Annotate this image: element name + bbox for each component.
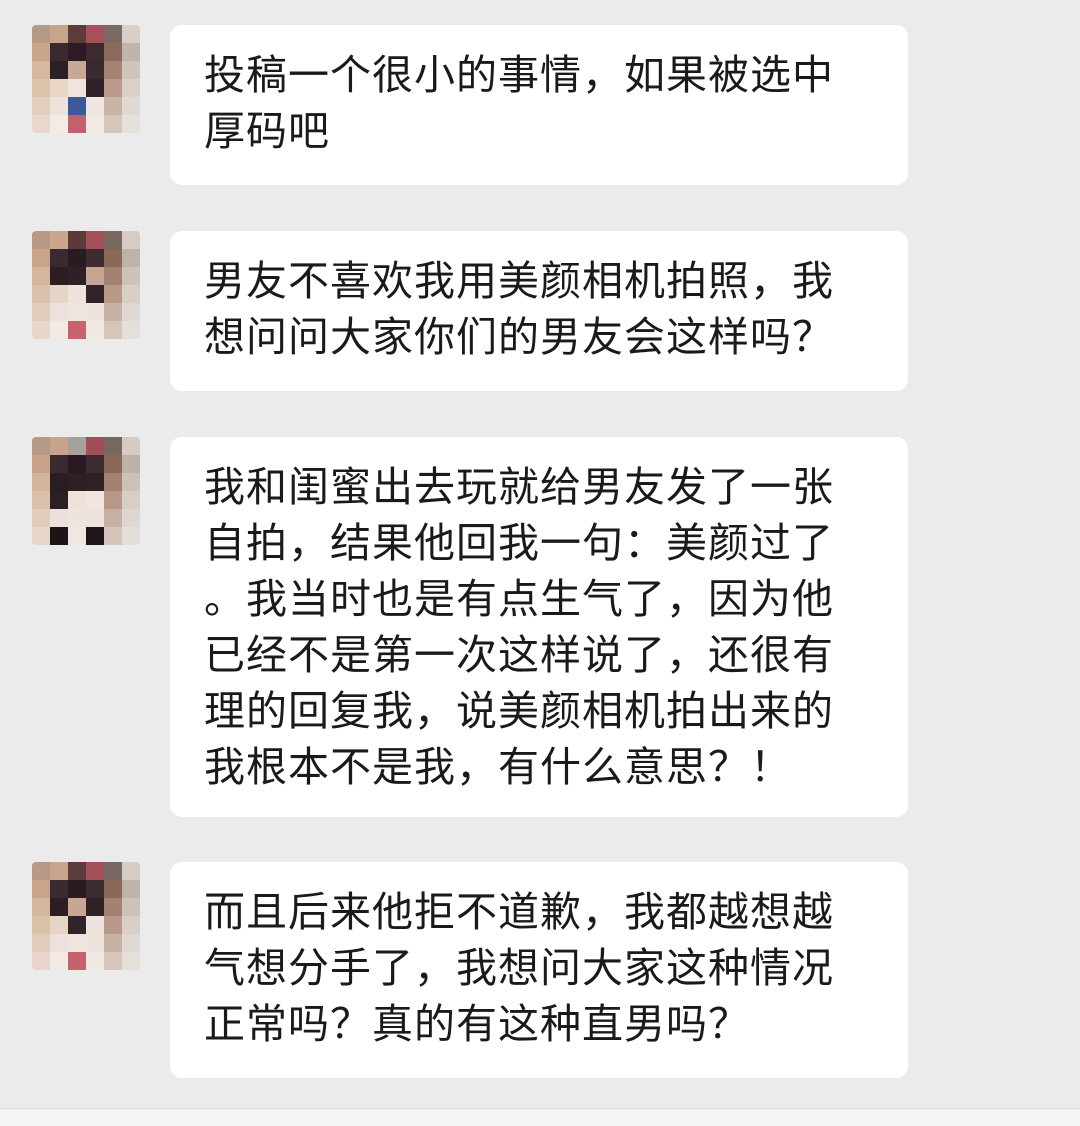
avatar[interactable]: [32, 437, 140, 545]
avatar[interactable]: [32, 231, 140, 339]
message-bubble: 男友不喜欢我用美颜相机拍照，我 想问问大家你们的男友会这样吗？: [170, 231, 908, 391]
message-bubble: 而且后来他拒不道歉，我都越想越 气想分手了，我想问大家这种情况 正常吗？真的有这…: [170, 862, 908, 1078]
avatar[interactable]: [32, 862, 140, 970]
message-bubble: 投稿一个很小的事情，如果被选中 厚码吧: [170, 25, 908, 185]
avatar[interactable]: [32, 25, 140, 133]
message-text: 我和闺蜜出去玩就给男友发了一张 自拍，结果他回我一句：美颜过了 。我当时也是有点…: [204, 463, 834, 791]
message-text: 投稿一个很小的事情，如果被选中 厚码吧: [204, 51, 834, 155]
message-text: 而且后来他拒不道歉，我都越想越 气想分手了，我想问大家这种情况 正常吗？真的有这…: [204, 888, 834, 1048]
bottom-bar: [0, 1108, 1080, 1126]
message-text: 男友不喜欢我用美颜相机拍照，我 想问问大家你们的男友会这样吗？: [204, 257, 834, 361]
message-bubble: 我和闺蜜出去玩就给男友发了一张 自拍，结果他回我一句：美颜过了 。我当时也是有点…: [170, 437, 908, 817]
